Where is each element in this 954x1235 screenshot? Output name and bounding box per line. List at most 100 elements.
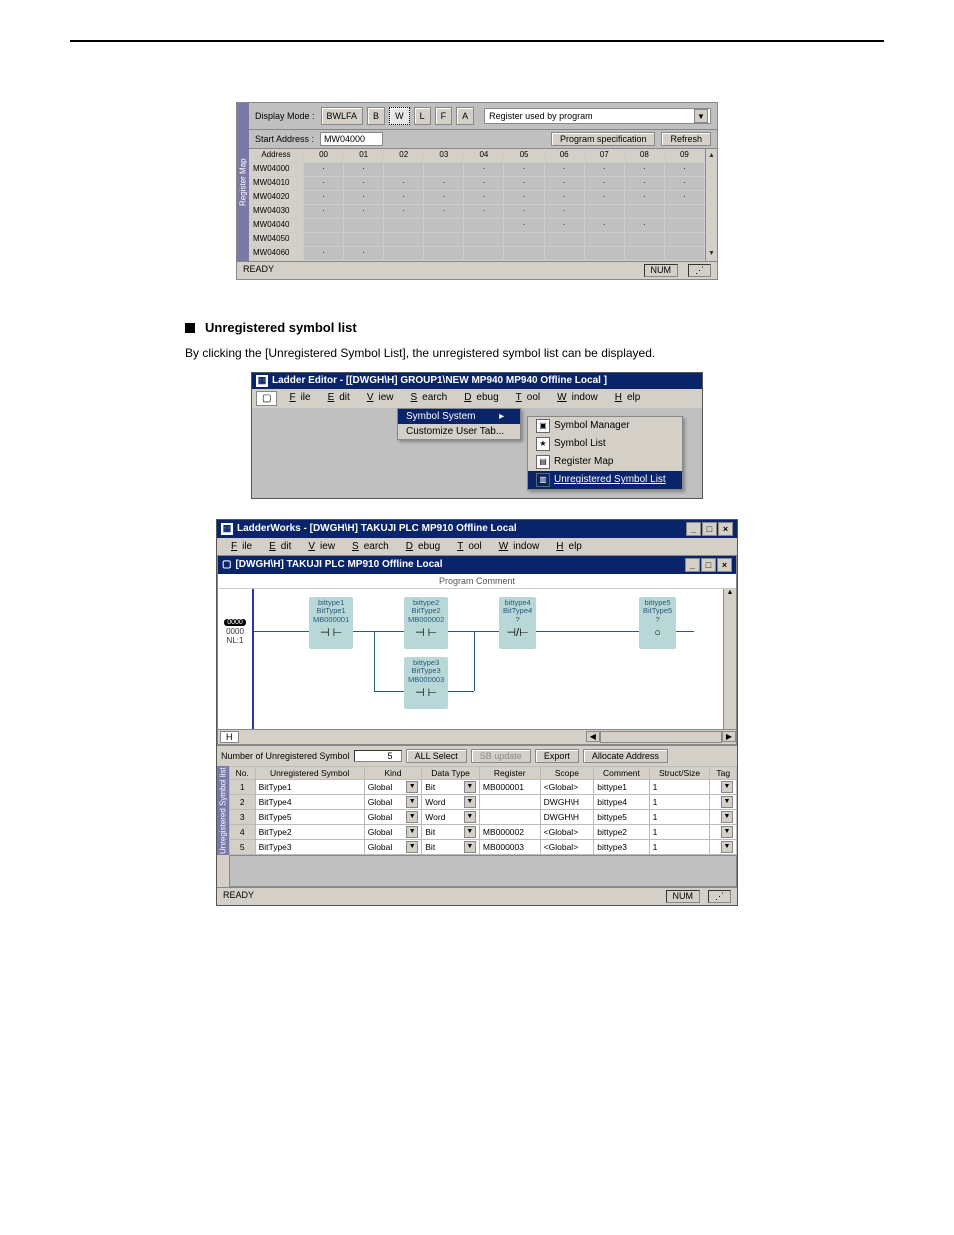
- table-cell[interactable]: ▼: [710, 824, 737, 839]
- menu-help[interactable]: Help: [605, 391, 646, 406]
- ladder-tab-h[interactable]: H: [220, 731, 239, 743]
- menu-window[interactable]: Window: [489, 540, 545, 553]
- submenu-unregistered-symbol-list[interactable]: ▥ Unregistered Symbol List: [528, 471, 682, 489]
- table-cell: 1: [649, 779, 710, 794]
- allocate-address-button[interactable]: Allocate Address: [583, 749, 668, 763]
- table-cell[interactable]: Global▼: [364, 809, 422, 824]
- submenu-symbol-manager[interactable]: ▣ Symbol Manager: [528, 417, 682, 435]
- horizontal-scrollbar[interactable]: [600, 731, 722, 743]
- fig3-menu-bar: File Edit View Search Debug Tool Window …: [217, 538, 737, 555]
- ladder-element-bittype3[interactable]: bittype3BitType3MB000003⊣ ⊢: [404, 657, 448, 710]
- table-cell[interactable]: Word▼: [422, 809, 480, 824]
- scroll-left-icon[interactable]: ◀: [586, 731, 600, 742]
- menu-tool[interactable]: Tool: [447, 540, 486, 553]
- tool-dropdown: Symbol System ▸ Customize User Tab...: [397, 408, 521, 440]
- table-cell[interactable]: Global▼: [364, 779, 422, 794]
- table-cell[interactable]: ▼: [710, 794, 737, 809]
- grid-cell: ·: [384, 177, 424, 191]
- menu-search[interactable]: Search: [401, 391, 453, 406]
- minimize-button[interactable]: _: [685, 558, 700, 572]
- table-cell[interactable]: Global▼: [364, 824, 422, 839]
- scroll-right-icon[interactable]: ▶: [722, 731, 736, 742]
- scrollbar-track[interactable]: [705, 233, 717, 247]
- maximize-button[interactable]: □: [702, 522, 717, 536]
- mode-btn-w[interactable]: W: [389, 107, 410, 125]
- menu-help[interactable]: Help: [546, 540, 587, 553]
- tool-symbol-system[interactable]: Symbol System ▸: [398, 409, 520, 424]
- scrollbar-track[interactable]: [705, 191, 717, 205]
- table-cell: BitType3: [255, 839, 364, 854]
- submenu-register-map[interactable]: ▤ Register Map: [528, 453, 682, 471]
- refresh-button[interactable]: Refresh: [661, 132, 711, 146]
- table-cell[interactable]: ▼: [710, 839, 737, 854]
- table-row[interactable]: 3BitType5Global▼Word▼DWGH\Hbittype51▼: [230, 809, 737, 824]
- app-icon: ▦: [256, 375, 268, 387]
- mode-btn-a[interactable]: A: [456, 107, 474, 125]
- mode-btn-l[interactable]: L: [414, 107, 431, 125]
- table-row[interactable]: 4BitType2Global▼Bit▼MB000002<Global>bitt…: [230, 824, 737, 839]
- menu-edit[interactable]: Edit: [318, 391, 355, 406]
- scrollbar-track[interactable]: [705, 205, 717, 219]
- close-button[interactable]: ×: [717, 558, 732, 572]
- menu-search[interactable]: Search: [342, 540, 394, 553]
- grid-cell: [344, 219, 384, 233]
- ladder-element-bittype5[interactable]: bittype5BitType5?○: [639, 597, 676, 650]
- table-cell[interactable]: Word▼: [422, 794, 480, 809]
- ladder-element-bittype1[interactable]: bittype1BitType1MB000001⊣ ⊢: [309, 597, 353, 650]
- program-spec-button[interactable]: Program specification: [551, 132, 656, 146]
- scroll-down-icon[interactable]: [705, 247, 717, 261]
- menu-view[interactable]: View: [357, 391, 399, 406]
- table-cell[interactable]: Bit▼: [422, 824, 480, 839]
- maximize-button[interactable]: □: [701, 558, 716, 572]
- table-cell[interactable]: Bit▼: [422, 779, 480, 794]
- tool-customize-user-tab[interactable]: Customize User Tab...: [398, 424, 520, 439]
- start-address-input[interactable]: MW04000: [320, 132, 383, 146]
- minimize-button[interactable]: _: [686, 522, 701, 536]
- table-cell[interactable]: Global▼: [364, 839, 422, 854]
- table-cell[interactable]: Global▼: [364, 794, 422, 809]
- mode-btn-bwlfa[interactable]: BWLFA: [321, 107, 364, 125]
- table-cell: 1: [649, 809, 710, 824]
- close-button[interactable]: ×: [718, 522, 733, 536]
- vertical-scrollbar[interactable]: ▲: [723, 589, 736, 729]
- submenu-symbol-list[interactable]: ★ Symbol List: [528, 435, 682, 453]
- table-row[interactable]: 5BitType3Global▼Bit▼MB000003<Global>bitt…: [230, 839, 737, 854]
- scrollbar-track[interactable]: [705, 219, 717, 233]
- grid-cell: [424, 219, 464, 233]
- scrollbar-track[interactable]: [705, 163, 717, 177]
- ladder-element-bittype2[interactable]: bittype2BitType2MB000002⊣ ⊢: [404, 597, 448, 650]
- grid-cell: ·: [424, 205, 464, 219]
- all-select-button[interactable]: ALL Select: [406, 749, 467, 763]
- grid-cell: ·: [545, 205, 585, 219]
- menu-debug[interactable]: Debug: [396, 540, 445, 553]
- ladder-contact-icon: ○: [643, 627, 672, 640]
- table-row[interactable]: 2BitType4Global▼Word▼DWGH\Hbittype41▼: [230, 794, 737, 809]
- mode-btn-b[interactable]: B: [367, 107, 385, 125]
- table-cell[interactable]: ▼: [710, 809, 737, 824]
- table-cell[interactable]: Bit▼: [422, 839, 480, 854]
- chevron-down-icon: ▼: [464, 781, 476, 793]
- menu-file[interactable]: File: [221, 540, 257, 553]
- chevron-down-icon: ▼: [406, 796, 418, 808]
- menu-tool[interactable]: Tool: [506, 391, 545, 406]
- rung-wire: [474, 631, 475, 691]
- table-cell: BitType5: [255, 809, 364, 824]
- register-used-select[interactable]: Register used by program ▼: [484, 108, 711, 124]
- scroll-up-icon[interactable]: [705, 149, 717, 163]
- scrollbar-track[interactable]: [705, 177, 717, 191]
- menu-edit[interactable]: Edit: [259, 540, 296, 553]
- grid-cell: [665, 247, 705, 261]
- menu-file[interactable]: File: [279, 391, 315, 406]
- menu-view[interactable]: View: [298, 540, 340, 553]
- rung-canvas[interactable]: ▲ bittype1BitType1MB000001⊣ ⊢ bittype2Bit…: [254, 589, 736, 729]
- grid-cell: ·: [585, 191, 625, 205]
- scroll-up-icon[interactable]: ▲: [724, 589, 736, 596]
- ladder-element-bittype4[interactable]: bittype4BitType4?⊣/⊢: [499, 597, 536, 650]
- menu-debug[interactable]: Debug: [454, 391, 503, 406]
- export-button[interactable]: Export: [535, 749, 579, 763]
- menu-window[interactable]: Window: [547, 391, 603, 406]
- unreg-col-header: Register: [479, 766, 540, 779]
- table-row[interactable]: 1BitType1Global▼Bit▼MB000001<Global>bitt…: [230, 779, 737, 794]
- mode-btn-f[interactable]: F: [435, 107, 453, 125]
- table-cell[interactable]: ▼: [710, 779, 737, 794]
